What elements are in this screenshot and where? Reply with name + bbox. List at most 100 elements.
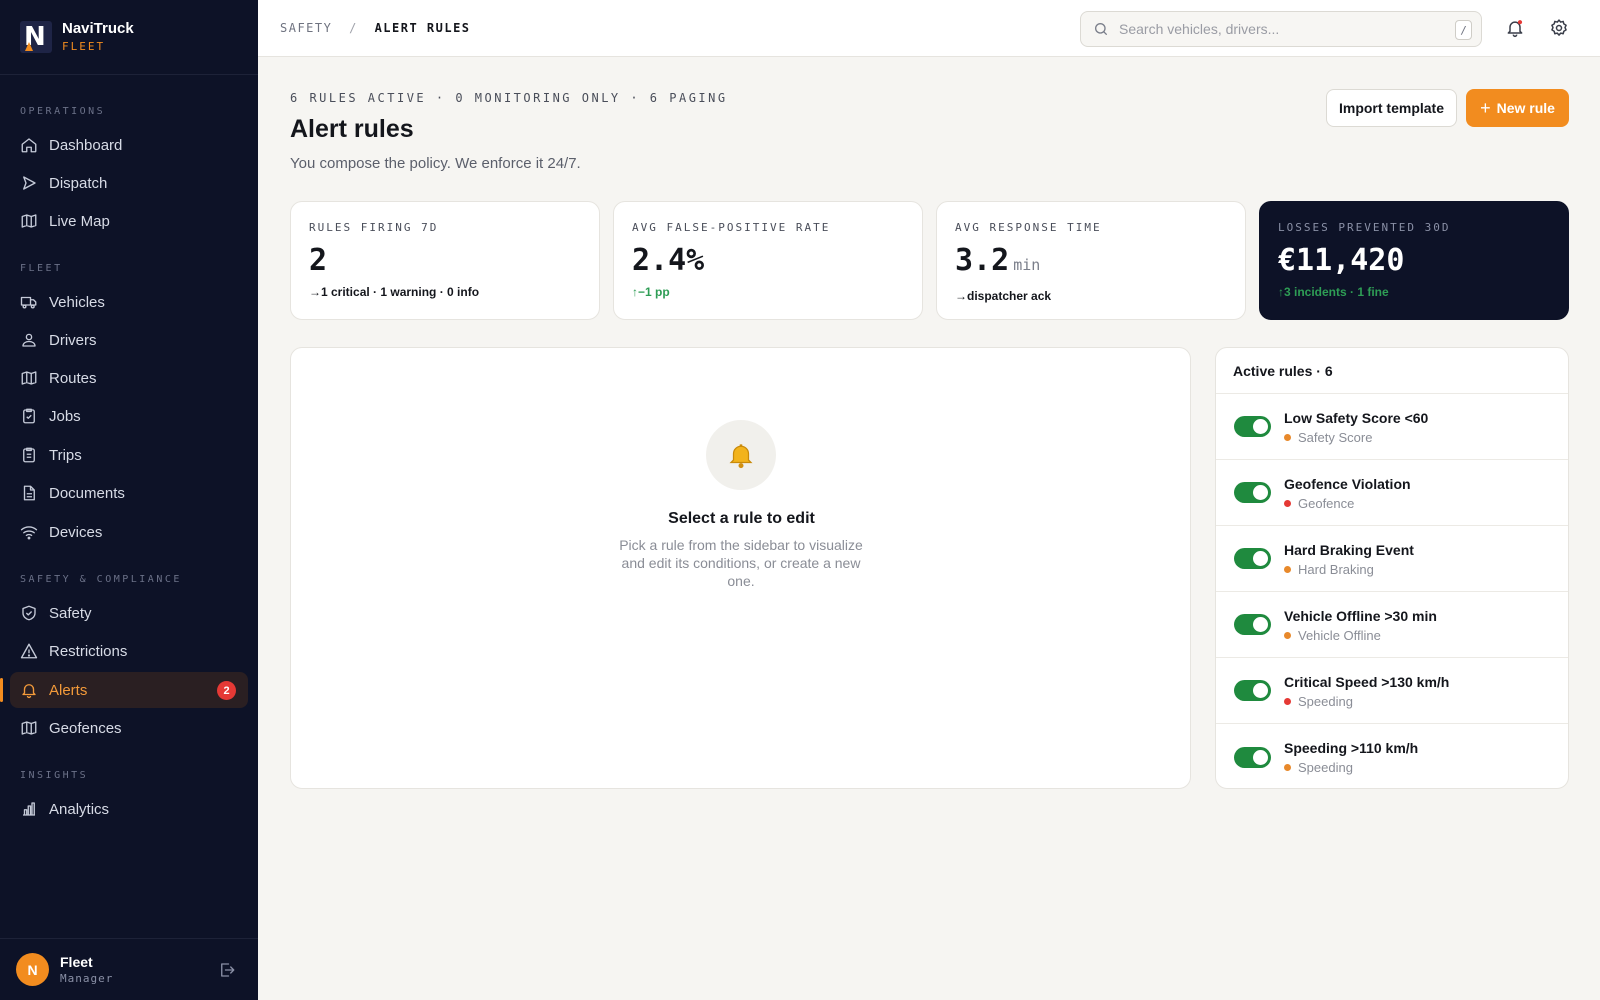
breadcrumb-parent[interactable]: SAFETY	[280, 21, 332, 35]
stat-value: €11,420	[1278, 243, 1405, 278]
severity-dot	[1284, 764, 1291, 771]
search-input[interactable]	[1119, 21, 1439, 37]
rule-enabled-toggle[interactable]	[1234, 416, 1271, 437]
notifications-bell-icon[interactable]	[1503, 16, 1527, 40]
sidebar-item-vehicles[interactable]: Vehicles	[10, 284, 248, 320]
sidebar-item-label: Dashboard	[49, 136, 123, 154]
sidebar: N NaviTruck FLEET OPERATIONS Dashboard D…	[0, 0, 258, 1000]
rule-name: Low Safety Score <60	[1284, 409, 1429, 426]
stat-label: RULES FIRING 7D	[309, 221, 439, 234]
rule-category: Speeding	[1298, 693, 1353, 709]
rule-category: Hard Braking	[1298, 561, 1374, 577]
sidebar-item-label: Restrictions	[49, 642, 128, 660]
import-template-button[interactable]: Import template	[1326, 89, 1457, 127]
new-rule-label: New rule	[1496, 100, 1555, 116]
wifi-icon	[20, 523, 38, 541]
sidebar-item-label: Dispatch	[49, 174, 108, 192]
empty-state-body: Pick a rule from the sidebar to visualiz…	[619, 537, 863, 589]
sidebar-item-label: Routes	[49, 369, 97, 387]
stat-label: AVG FALSE-POSITIVE RATE	[632, 221, 831, 234]
truck-icon	[20, 293, 38, 311]
map-icon	[20, 212, 38, 230]
sidebar-item-live-map[interactable]: Live Map	[10, 203, 248, 239]
rule-name: Hard Braking Event	[1284, 541, 1414, 558]
page-title: Alert rules	[290, 115, 414, 143]
rules-summary: 6 RULES ACTIVE · 0 MONITORING ONLY · 6 P…	[290, 91, 728, 105]
sidebar-item-routes[interactable]: Routes	[10, 360, 248, 396]
rule-item-critical-speed[interactable]: Critical Speed >130 km/h Speeding	[1216, 658, 1568, 724]
sidebar-item-jobs[interactable]: Jobs	[10, 398, 248, 434]
rule-enabled-toggle[interactable]	[1234, 614, 1271, 635]
rule-enabled-toggle[interactable]	[1234, 482, 1271, 503]
sidebar-item-label: Alerts	[49, 681, 88, 699]
shield-icon	[20, 604, 38, 622]
stat-card-losses-prevented: LOSSES PREVENTED 30D €11,420 ↑3 incident…	[1259, 201, 1569, 320]
sidebar-item-alerts[interactable]: Alerts 2	[0, 672, 248, 708]
clipboard-icon	[20, 407, 38, 425]
rule-category: Vehicle Offline	[1298, 627, 1381, 643]
breadcrumb: SAFETY / ALERT RULES	[280, 21, 471, 35]
stat-note: →dispatcher ack	[955, 289, 1052, 303]
rule-enabled-toggle[interactable]	[1234, 746, 1271, 768]
sidebar-item-trips[interactable]: Trips	[10, 437, 248, 473]
rule-name: Geofence Violation	[1284, 475, 1411, 492]
page-subtitle: You compose the policy. We enforce it 24…	[290, 155, 581, 172]
sidebar-item-label: Geofences	[49, 719, 122, 737]
new-rule-button[interactable]: + New rule	[1466, 89, 1569, 127]
plus-icon: +	[1480, 98, 1491, 118]
nav-section-safety-compliance: SAFETY & COMPLIANCE	[20, 574, 182, 585]
sidebar-item-analytics[interactable]: Analytics	[10, 791, 248, 827]
sidebar-item-label: Live Map	[49, 212, 110, 230]
home-icon	[20, 136, 38, 154]
sidebar-item-geofences[interactable]: Geofences	[10, 710, 248, 746]
empty-state-title: Select a rule to edit	[668, 510, 815, 527]
sidebar-item-label: Safety	[49, 604, 92, 622]
brand-name: NaviTruck	[62, 20, 134, 37]
alerts-count-badge: 2	[217, 681, 236, 700]
sidebar-item-label: Drivers	[49, 331, 97, 349]
search-box[interactable]: /	[1080, 11, 1482, 47]
sidebar-item-restrictions[interactable]: Restrictions	[10, 633, 248, 669]
sidebar-item-documents[interactable]: Documents	[10, 475, 248, 511]
active-rules-header: Active rules · 6	[1216, 348, 1568, 394]
sidebar-item-safety[interactable]: Safety	[10, 595, 248, 631]
rule-item-hard-braking[interactable]: Hard Braking Event Hard Braking	[1216, 526, 1568, 592]
bell-icon	[706, 420, 776, 490]
sidebar-item-devices[interactable]: Devices	[10, 514, 248, 550]
navitruck-logo-icon: N	[20, 21, 52, 53]
rule-item-speeding[interactable]: Speeding >110 km/h Speeding	[1216, 724, 1568, 788]
stat-note: →1 critical · 1 warning · 0 info	[309, 285, 480, 299]
stat-card-false-positive-rate: AVG FALSE-POSITIVE RATE 2.4% ↑−1 pp	[613, 201, 923, 320]
gear-icon[interactable]	[1547, 16, 1571, 40]
user-profile[interactable]: N Fleet Manager	[0, 938, 258, 1000]
brand[interactable]: N NaviTruck FLEET	[0, 0, 258, 75]
sidebar-item-dispatch[interactable]: Dispatch	[10, 165, 248, 201]
user-role: Manager	[60, 971, 114, 985]
rule-item-geofence-violation[interactable]: Geofence Violation Geofence	[1216, 460, 1568, 526]
sidebar-item-dashboard[interactable]: Dashboard	[10, 127, 248, 163]
sidebar-item-label: Analytics	[49, 800, 110, 818]
rule-item-vehicle-offline[interactable]: Vehicle Offline >30 min Vehicle Offline	[1216, 592, 1568, 658]
search-shortcut-hint: /	[1455, 20, 1472, 40]
nav-section-operations: OPERATIONS	[20, 106, 106, 117]
sidebar-item-label: Trips	[49, 446, 82, 464]
brand-sub: FLEET	[62, 40, 106, 53]
rule-item-low-safety-score[interactable]: Low Safety Score <60 Safety Score	[1216, 394, 1568, 460]
rule-category: Safety Score	[1298, 429, 1373, 445]
rule-category: Speeding	[1298, 760, 1353, 775]
sidebar-item-drivers[interactable]: Drivers	[10, 322, 248, 358]
severity-dot	[1284, 697, 1291, 705]
logout-icon[interactable]	[218, 961, 236, 984]
rule-enabled-toggle[interactable]	[1234, 680, 1271, 701]
sidebar-item-label: Jobs	[49, 407, 81, 425]
rule-name: Speeding >110 km/h	[1284, 740, 1419, 756]
rule-enabled-toggle[interactable]	[1234, 548, 1271, 569]
bar-chart-icon	[20, 800, 38, 818]
stat-value: 2.4%	[632, 243, 705, 278]
stat-unit: min	[1013, 256, 1041, 274]
map-icon	[20, 369, 38, 387]
nav-section-fleet: FLEET	[20, 263, 63, 274]
severity-dot	[1284, 499, 1291, 507]
stat-note: ↑−1 pp	[632, 285, 670, 299]
rule-name: Critical Speed >130 km/h	[1284, 673, 1450, 690]
